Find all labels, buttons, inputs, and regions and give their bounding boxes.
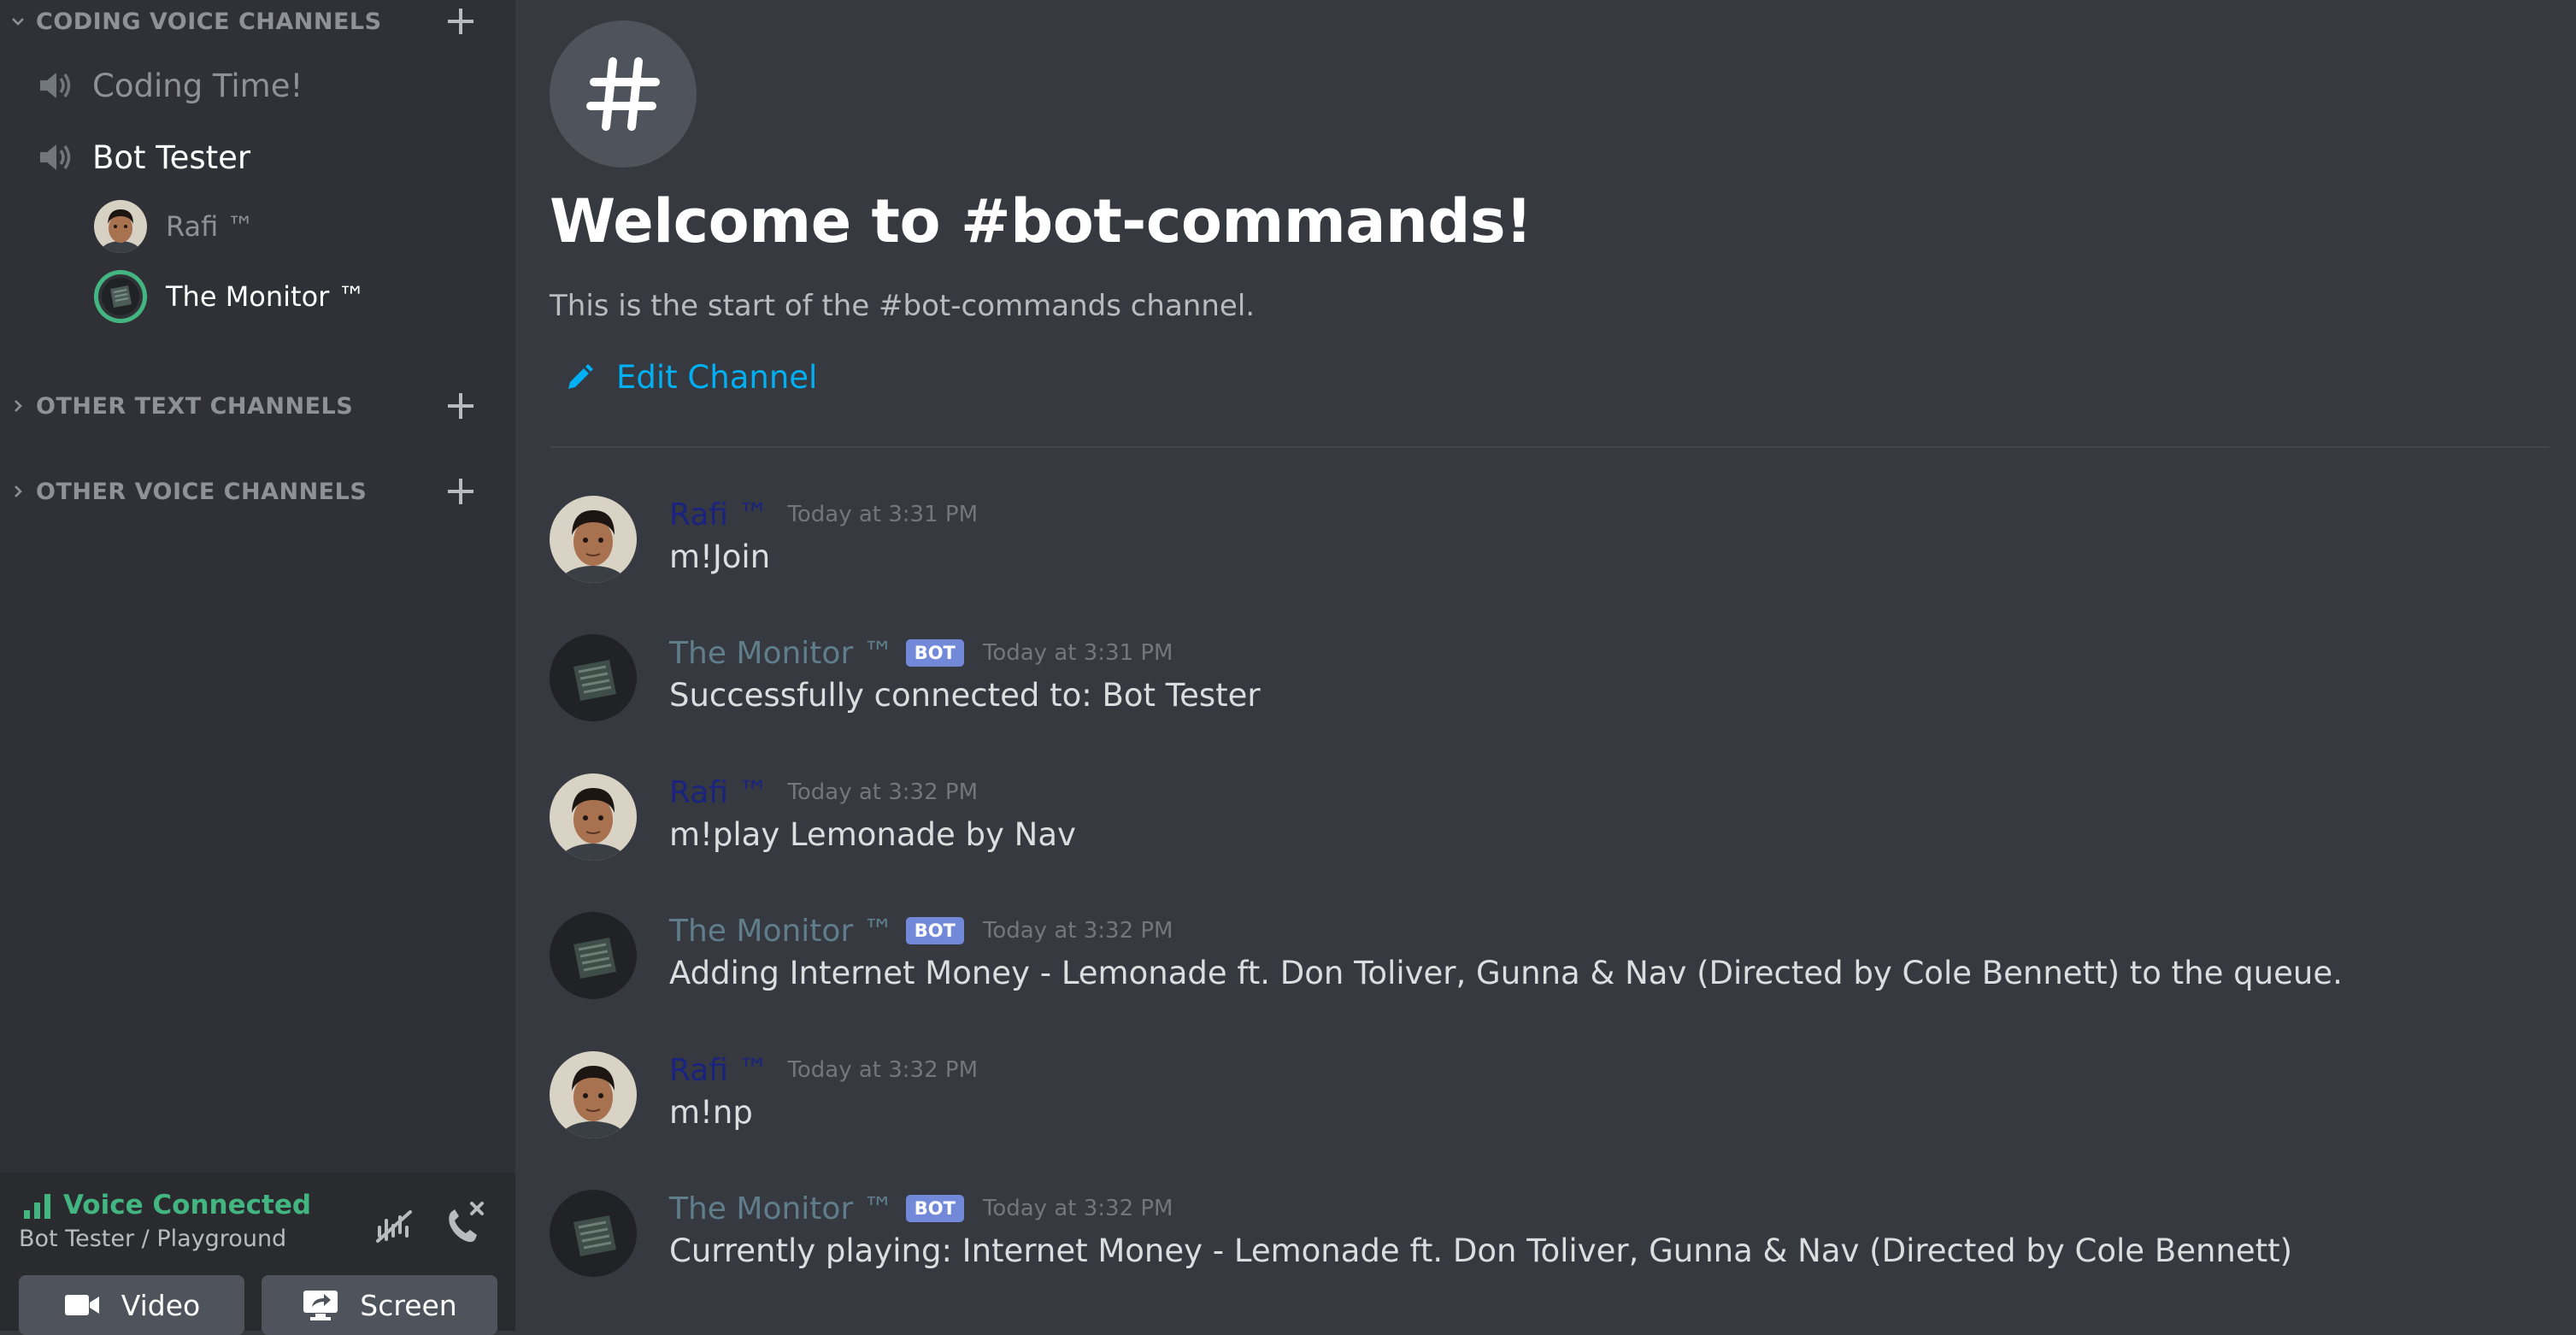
voice-location[interactable]: Bot Tester / Playground [19, 1226, 286, 1252]
voice-user-name: The Monitor ™ [166, 280, 366, 313]
chevron-down-icon [12, 18, 24, 26]
message[interactable]: The Monitor ™ BOT Today at 3:32 PM Addin… [550, 912, 2550, 1023]
message-header: The Monitor ™ BOT Today at 3:31 PM [669, 634, 1173, 672]
chevron-right-icon [15, 400, 22, 412]
message-header: Rafi ™ Today at 3:32 PM [669, 1051, 978, 1089]
category-label: OTHER TEXT CHANNELS [36, 392, 354, 420]
voice-user-the-monitor[interactable]: The Monitor ™ [94, 268, 366, 325]
message-timestamp: Today at 3:32 PM [982, 1196, 1173, 1221]
add-channel-icon[interactable] [444, 5, 477, 38]
pencil-icon [568, 363, 593, 389]
category-other-voice[interactable]: OTHER VOICE CHANNELS [0, 470, 515, 513]
voice-user-rafi[interactable]: Rafi ™ [94, 198, 254, 255]
add-channel-icon[interactable] [444, 475, 477, 508]
message-timestamp: Today at 3:32 PM [787, 1057, 979, 1083]
category-label: CODING VOICE CHANNELS [36, 8, 382, 35]
message-author[interactable]: The Monitor ™ [669, 1191, 894, 1226]
hash-icon [586, 57, 660, 131]
voice-user-name: Rafi ™ [166, 210, 255, 243]
message[interactable]: The Monitor ™ BOT Today at 3:32 PM Curre… [550, 1190, 2550, 1301]
voice-channel-label: Coding Time! [92, 67, 303, 104]
bot-badge: BOT [905, 917, 964, 944]
message-text: m!Join [669, 538, 771, 575]
category-label: OTHER VOICE CHANNELS [36, 478, 368, 505]
voice-connection-panel: Voice Connected Bot Tester / Playground … [0, 1173, 515, 1335]
edit-channel-link[interactable]: Edit Channel [565, 359, 817, 396]
voice-channel-bot-tester[interactable]: Bot Tester [36, 132, 250, 183]
camera-icon [64, 1295, 99, 1315]
message[interactable]: The Monitor ™ BOT Today at 3:31 PM Succe… [550, 634, 2550, 745]
message-header: The Monitor ™ BOT Today at 3:32 PM [669, 912, 1173, 950]
add-channel-icon[interactable] [444, 390, 477, 422]
noise-suppression-icon[interactable] [374, 1207, 415, 1246]
avatar[interactable] [550, 773, 637, 861]
voice-channel-coding-time[interactable]: Coding Time! [36, 60, 303, 111]
category-coding-voice[interactable]: CODING VOICE CHANNELS [0, 0, 515, 43]
signal-strength-icon[interactable] [22, 1191, 53, 1219]
message-text: m!play Lemonade by Nav [669, 816, 1076, 853]
message-header: The Monitor ™ BOT Today at 3:32 PM [669, 1190, 1173, 1227]
message-timestamp: Today at 3:32 PM [982, 918, 1173, 944]
category-other-text[interactable]: OTHER TEXT CHANNELS [0, 385, 515, 427]
message-text: Adding Internet Money - Lemonade ft. Don… [669, 955, 2343, 991]
message-author[interactable]: The Monitor ™ [669, 914, 894, 949]
edit-channel-label: Edit Channel [616, 359, 818, 396]
avatar[interactable] [550, 1051, 637, 1138]
message-author[interactable]: Rafi ™ [669, 775, 768, 810]
message-header: Rafi ™ Today at 3:31 PM [669, 496, 978, 533]
voice-channel-label: Bot Tester [92, 138, 251, 176]
channel-sidebar: CODING VOICE CHANNELS Coding Time! Bot T… [0, 0, 515, 1335]
message-author[interactable]: Rafi ™ [669, 497, 768, 532]
message[interactable]: Rafi ™ Today at 3:32 PM m!np [550, 1051, 2550, 1162]
message-author[interactable]: The Monitor ™ [669, 636, 894, 671]
bot-badge: BOT [905, 639, 964, 667]
divider [550, 446, 2550, 448]
screen-share-icon [303, 1291, 338, 1320]
message[interactable]: Rafi ™ Today at 3:32 PM m!play Lemonade … [550, 773, 2550, 885]
message-timestamp: Today at 3:32 PM [787, 779, 979, 805]
voice-status[interactable]: Voice Connected [63, 1190, 311, 1220]
message-timestamp: Today at 3:31 PM [982, 640, 1173, 666]
disconnect-call-icon[interactable] [443, 1198, 485, 1246]
message-text: Successfully connected to: Bot Tester [669, 677, 1261, 714]
avatar[interactable] [550, 634, 637, 721]
welcome-heading: Welcome to #bot-commands! [550, 186, 1532, 256]
message-text: Currently playing: Internet Money - Lemo… [669, 1232, 2293, 1269]
avatar [94, 200, 147, 253]
screen-share-button[interactable]: Screen [262, 1275, 497, 1335]
message-text: m!np [669, 1094, 753, 1131]
chevron-right-icon [15, 485, 22, 497]
message-timestamp: Today at 3:31 PM [787, 502, 979, 527]
avatar[interactable] [550, 912, 637, 999]
avatar[interactable] [550, 496, 637, 583]
chat-area: Welcome to #bot-commands! This is the st… [515, 0, 2576, 1331]
screen-button-label: Screen [360, 1288, 457, 1322]
avatar [94, 270, 147, 323]
speaker-icon [40, 144, 71, 170]
message[interactable]: Rafi ™ Today at 3:31 PM m!Join [550, 496, 2550, 607]
video-button[interactable]: Video [19, 1275, 244, 1335]
avatar[interactable] [550, 1190, 637, 1277]
bot-badge: BOT [905, 1195, 964, 1222]
message-header: Rafi ™ Today at 3:32 PM [669, 773, 978, 811]
message-author[interactable]: Rafi ™ [669, 1053, 768, 1088]
channel-icon [550, 21, 697, 168]
channel-start-text: This is the start of the #bot-commands c… [550, 289, 1256, 323]
video-button-label: Video [121, 1288, 201, 1322]
speaker-icon [40, 73, 71, 98]
